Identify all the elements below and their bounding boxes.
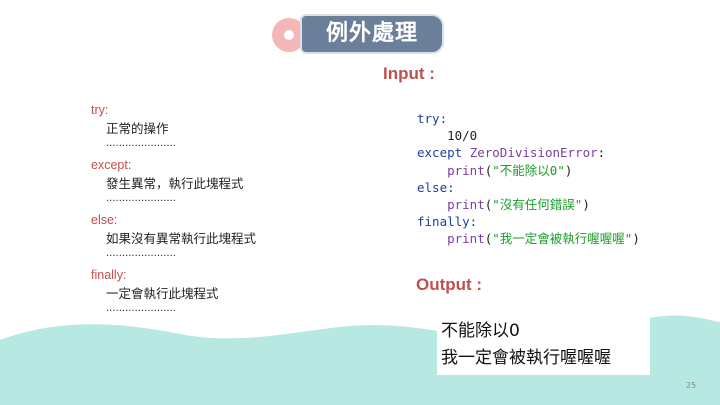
syntax-keyword: except:: [91, 158, 132, 172]
syntax-block-except: except: 發生異常，執行此塊程式 ....................…: [91, 157, 341, 212]
output-line: 不能除以0: [441, 321, 520, 341]
code-punctuation: ): [564, 162, 573, 178]
code-expression: 10/0: [447, 128, 478, 144]
code-line: try:: [417, 110, 640, 127]
code-line: else:: [417, 179, 640, 196]
code-string: "不能除以0": [492, 162, 565, 178]
code-exception-name: ZeroDivisionError: [469, 145, 598, 161]
output-console: 不能除以0 我一定會被執行喔喔喔: [437, 318, 650, 375]
syntax-keyword: else:: [91, 213, 118, 227]
syntax-block-finally: finally: 一定會執行此塊程式 .....................…: [91, 267, 341, 322]
syntax-block-else: else: 如果沒有異常執行此塊程式 .....................…: [91, 212, 341, 267]
code-string: "沒有任何錯誤": [492, 196, 583, 212]
code-string: "我一定會被執行喔喔喔": [492, 231, 633, 247]
syntax-dots: ......................: [106, 193, 176, 204]
syntax-dots: ......................: [106, 248, 176, 259]
code-sample: try: 10/0 except ZeroDivisionError: prin…: [417, 110, 640, 248]
code-keyword: except: [417, 145, 463, 161]
page-number: 25: [686, 381, 697, 390]
syntax-block-try: try: 正常的操作 ......................: [91, 102, 341, 157]
code-function: print: [447, 231, 485, 247]
code-function: print: [447, 162, 485, 178]
code-punctuation: :: [597, 145, 606, 161]
code-punctuation: ): [632, 231, 640, 247]
code-line: print("我一定會被執行喔喔喔"): [417, 230, 640, 247]
syntax-listing: try: 正常的操作 ...................... except…: [91, 102, 341, 322]
code-line: print("不能除以0"): [417, 162, 640, 179]
syntax-description: 如果沒有異常執行此塊程式: [106, 231, 257, 246]
syntax-keyword: try:: [91, 103, 109, 117]
syntax-dots: ......................: [106, 138, 176, 149]
code-line: print("沒有任何錯誤"): [417, 196, 640, 213]
title-dot-decoration: [284, 30, 294, 40]
code-keyword: finally:: [417, 214, 478, 230]
syntax-description: 一定會執行此塊程式: [106, 286, 219, 301]
syntax-keyword: finally:: [91, 268, 127, 282]
slide: 例外處理 Input : Output : try: 正常的操作 .......…: [0, 0, 720, 405]
output-line: 我一定會被執行喔喔喔: [441, 348, 611, 368]
title-badge: 例外處理: [272, 14, 446, 56]
code-line: finally:: [417, 213, 640, 230]
code-punctuation: ): [582, 196, 590, 212]
code-keyword: try:: [417, 111, 448, 126]
page-title: 例外處理: [325, 21, 418, 46]
code-line: except ZeroDivisionError:: [417, 144, 640, 161]
output-header: Output :: [416, 275, 483, 294]
input-header: Input :: [383, 64, 435, 83]
syntax-description: 正常的操作: [106, 121, 169, 136]
code-keyword: else:: [417, 179, 455, 195]
code-function: print: [447, 196, 485, 212]
syntax-dots: ......................: [106, 303, 176, 314]
syntax-description: 發生異常，執行此塊程式: [106, 176, 244, 191]
code-line: 10/0: [417, 127, 640, 144]
